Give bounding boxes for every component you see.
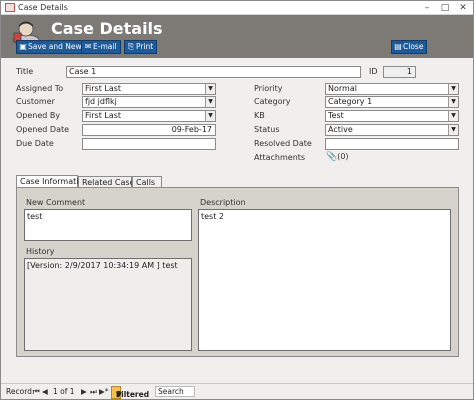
customer-select[interactable]: fjd jdflkj ▼ [82, 96, 216, 108]
title-label: Title [16, 67, 34, 76]
last-record-icon[interactable]: ⏭ [90, 387, 97, 397]
attachments-label: Attachments [254, 153, 306, 162]
new-comment-label: New Comment [26, 198, 86, 207]
print-label: Print [136, 42, 154, 51]
id-field: 1 [383, 66, 416, 78]
new-record-icon[interactable]: ▶* [99, 387, 109, 396]
description-label: Description [200, 198, 246, 207]
chevron-down-icon[interactable]: ▼ [448, 111, 458, 121]
close-form-icon: ▤ [394, 42, 402, 51]
email-button[interactable]: ✉ E-mail [81, 40, 121, 54]
print-button[interactable]: ⎘ Print [124, 40, 158, 54]
search-input[interactable]: Search [155, 386, 195, 397]
priority-label: Priority [254, 84, 283, 93]
status-select[interactable]: Active ▼ [325, 124, 459, 136]
window-title: Case Details [18, 3, 68, 12]
category-label: Category [254, 97, 291, 106]
attachments-count: (0) [337, 152, 349, 161]
previous-record-icon[interactable]: ◀ [42, 387, 48, 396]
resolved-date-label: Resolved Date [254, 139, 312, 148]
chevron-down-icon[interactable]: ▼ [205, 97, 215, 107]
envelope-icon: ✉ [84, 42, 92, 51]
history-box: [Version: 2/9/2017 10:34:19 AM ] test [24, 258, 192, 351]
page-title: Case Details [51, 19, 163, 38]
status-label: Status [254, 125, 280, 134]
category-value: Category 1 [328, 97, 373, 106]
opened-date-label: Opened Date [16, 125, 70, 134]
next-record-icon[interactable]: ▶ [81, 387, 87, 396]
window-titlebar: Case Details – □ ✕ [1, 1, 473, 15]
form-icon [5, 3, 15, 12]
filtered-label: Filtered [116, 390, 150, 399]
resolved-date-field[interactable] [325, 138, 459, 150]
opened-by-value: First Last [85, 111, 122, 120]
assigned-to-value: First Last [85, 84, 122, 93]
close-label: Close [403, 42, 424, 51]
email-label: E-mail [93, 42, 117, 51]
first-record-icon[interactable]: ⏮ [33, 387, 40, 397]
kb-select[interactable]: Test ▼ [325, 110, 459, 122]
priority-value: Normal [328, 84, 357, 93]
status-value: Active [328, 125, 353, 134]
printer-icon: ⎘ [127, 42, 135, 51]
save-and-new-button[interactable]: ▣Save and New [16, 40, 86, 54]
form-header: Case Details ▣Save and New ✉ E-mail ⎘ Prin… [1, 15, 473, 58]
chevron-down-icon[interactable]: ▼ [448, 125, 458, 135]
kb-value: Test [328, 111, 344, 120]
record-position[interactable]: 1 of 1 [53, 387, 75, 396]
assigned-to-label: Assigned To [16, 84, 64, 93]
chevron-down-icon[interactable]: ▼ [205, 111, 215, 121]
chevron-down-icon[interactable]: ▼ [448, 84, 458, 94]
due-date-label: Due Date [16, 139, 54, 148]
opened-by-select[interactable]: First Last ▼ [82, 110, 216, 122]
close-button[interactable]: ▤Close [391, 40, 428, 54]
due-date-field[interactable] [82, 138, 216, 150]
record-label: Record: [6, 387, 35, 396]
maximize-icon[interactable]: □ [437, 2, 453, 14]
save-and-new-label: Save and New [28, 42, 82, 51]
chevron-down-icon[interactable]: ▼ [448, 97, 458, 107]
paperclip-icon: 📎 [326, 152, 338, 162]
kb-label: KB [254, 111, 265, 120]
history-label: History [26, 247, 55, 256]
new-comment-input[interactable]: test [24, 209, 192, 241]
save-icon: ▣ [19, 42, 27, 51]
minimize-icon[interactable]: – [419, 2, 435, 14]
opened-date-field[interactable]: 09-Feb-17 [82, 124, 216, 136]
priority-select[interactable]: Normal ▼ [325, 83, 459, 95]
id-label: ID [369, 67, 378, 76]
chevron-down-icon[interactable]: ▼ [205, 84, 215, 94]
opened-by-label: Opened By [16, 111, 61, 120]
record-navigation-bar: Record: ⏮ ◀ 1 of 1 ▶ ⏭ ▶* ▼ Filtered Sear… [1, 383, 473, 399]
close-icon[interactable]: ✕ [455, 2, 471, 14]
category-select[interactable]: Category 1 ▼ [325, 96, 459, 108]
assigned-to-select[interactable]: First Last ▼ [82, 83, 216, 95]
description-input[interactable]: test 2 [198, 209, 451, 351]
filtered-toggle[interactable]: ▼ Filtered [111, 386, 149, 399]
customer-label: Customer [16, 97, 55, 106]
title-field[interactable]: Case 1 [66, 66, 361, 78]
attachments-control[interactable]: 📎(0) [326, 152, 349, 162]
customer-value: fjd jdflkj [85, 97, 117, 106]
